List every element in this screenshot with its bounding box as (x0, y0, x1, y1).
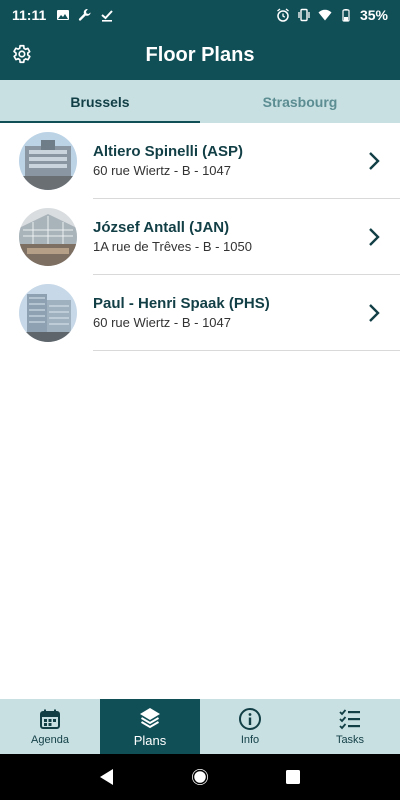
city-tabs: Brussels Strasbourg (0, 80, 400, 123)
chevron-right-icon (360, 299, 388, 327)
page-title: Floor Plans (145, 43, 255, 66)
chevron-right-icon (360, 223, 388, 251)
nav-agenda[interactable]: Agenda (0, 699, 100, 754)
bottom-nav: Agenda Plans Info Tasks (0, 699, 400, 754)
tab-strasbourg[interactable]: Strasbourg (200, 80, 400, 123)
divider (93, 350, 400, 351)
building-info: József Antall (JAN) 1A rue de Trêves - B… (93, 218, 360, 256)
alarm-icon (277, 8, 289, 22)
building-address: 60 rue Wiertz - B - 1047 (93, 163, 231, 178)
vibrate-icon (298, 8, 310, 22)
wrench-icon (79, 9, 91, 21)
settings-button[interactable] (8, 41, 34, 67)
status-time: 11:11 (12, 7, 47, 23)
gear-icon (13, 44, 31, 64)
image-icon (57, 10, 70, 20)
building-name: József Antall (JAN) (93, 219, 230, 236)
system-nav-bar (0, 754, 400, 800)
home-button[interactable] (188, 765, 212, 789)
nav-plans[interactable]: Plans (100, 699, 200, 754)
status-right: 35% (276, 7, 388, 23)
info-icon (238, 707, 262, 731)
status-bar: 11:11 35% (0, 0, 400, 30)
nav-info[interactable]: Info (200, 699, 300, 754)
list-item-asp[interactable]: Altiero Spinelli (ASP) 60 rue Wiertz - B… (0, 123, 400, 199)
building-info: Altiero Spinelli (ASP) 60 rue Wiertz - B… (93, 142, 360, 180)
wifi-icon (318, 9, 332, 21)
battery-percent: 35% (359, 7, 388, 23)
download-done-icon (101, 10, 113, 22)
calendar-icon (38, 707, 62, 731)
nav-label: Plans (133, 732, 167, 748)
building-address: 1A rue de Trêves - B - 1050 (93, 239, 252, 254)
layers-icon (138, 706, 162, 730)
chevron-right-icon (360, 147, 388, 175)
recents-button[interactable] (281, 765, 305, 789)
app-bar: Floor Plans (0, 30, 400, 80)
building-name: Altiero Spinelli (ASP) (93, 143, 244, 160)
nav-tasks[interactable]: Tasks (300, 699, 400, 754)
back-button[interactable] (95, 765, 119, 789)
list-item-phs[interactable]: Paul - Henri Spaak (PHS) 60 rue Wiertz -… (0, 275, 400, 351)
building-info: Paul - Henri Spaak (PHS) 60 rue Wiertz -… (93, 294, 360, 332)
recents-square-icon (286, 770, 301, 784)
nav-label: Info (240, 734, 260, 746)
building-photo (19, 208, 77, 266)
tab-brussels[interactable]: Brussels (0, 80, 200, 123)
list-item-jan[interactable]: József Antall (JAN) 1A rue de Trêves - B… (0, 199, 400, 275)
back-triangle-icon (99, 769, 113, 785)
building-photo (19, 284, 77, 342)
building-list: Altiero Spinelli (ASP) 60 rue Wiertz - B… (0, 123, 400, 351)
battery-icon (342, 9, 350, 22)
building-address: 60 rue Wiertz - B - 1047 (93, 315, 231, 330)
building-name: Paul - Henri Spaak (PHS) (93, 295, 270, 312)
checklist-icon (338, 707, 362, 731)
home-circle-icon (191, 769, 208, 785)
nav-label: Tasks (335, 734, 365, 746)
building-photo (19, 132, 77, 190)
notification-icons (56, 8, 114, 22)
nav-label: Agenda (31, 734, 69, 746)
